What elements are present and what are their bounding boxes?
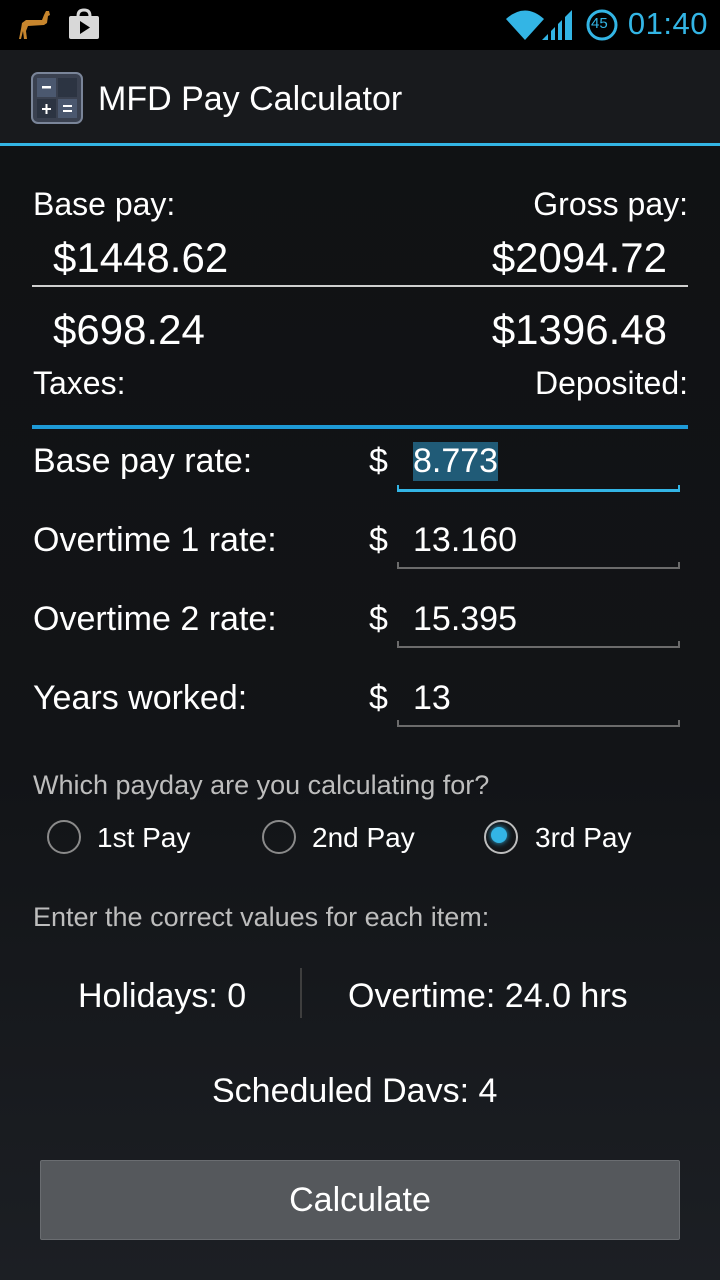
years-worked-field[interactable]: 13 <box>397 679 680 727</box>
overtime-2-rate-label: Overtime 2 rate: <box>33 600 277 638</box>
overtime-1-rate-value: 13.160 <box>413 521 517 559</box>
overtime-button[interactable]: Overtime: 24.0 hrs <box>348 977 628 1016</box>
summary-bottom-divider <box>32 425 688 429</box>
clock: 01:40 <box>627 6 708 41</box>
payday-question: Which payday are you calculating for? <box>33 770 490 800</box>
overtime-1-rate-field[interactable]: 13.160 <box>397 521 680 569</box>
form-scroll-area[interactable]: Base pay rate: $ 8.773 Overtime 1 rate: … <box>0 430 720 1102</box>
payday-option-label: 1st Pay <box>97 822 191 853</box>
base-pay-rate-currency: $ <box>369 442 388 480</box>
base-pay-rate-label: Base pay rate: <box>33 442 253 480</box>
taxes-value: $698.24 <box>53 306 205 353</box>
base-pay-value: $1448.62 <box>53 234 229 281</box>
holidays-button[interactable]: Holidays: 0 <box>78 977 246 1016</box>
status-bar: 45 01:40 <box>0 0 720 50</box>
overtime-2-rate-currency: $ <box>369 600 388 638</box>
scheduled-days-button[interactable]: Scheduled Days: 4 <box>212 1072 497 1102</box>
calculator-icon <box>31 72 83 124</box>
base-pay-label: Base pay: <box>33 186 176 222</box>
overtime-2-rate-value: 15.395 <box>413 600 517 638</box>
gross-pay-value: $2094.72 <box>491 234 667 281</box>
action-bar-divider <box>0 143 720 146</box>
instructions-text: Enter the correct values for each item: <box>33 902 490 932</box>
wifi-icon <box>506 10 544 40</box>
deposited-label: Deposited: <box>535 365 688 401</box>
taxes-label: Taxes: <box>33 365 126 401</box>
payday-option-label: 2nd Pay <box>312 822 415 853</box>
radio-button-checked-icon[interactable] <box>484 820 518 854</box>
summary-divider <box>32 285 688 287</box>
play-store-icon <box>69 8 99 39</box>
battery-level: 45 <box>591 15 608 32</box>
screen: 45 01:40 MFD Pay Calculator Base pay: Gr… <box>0 0 720 1280</box>
payday-option-label: 3rd Pay <box>535 822 632 853</box>
overtime-1-rate-currency: $ <box>369 521 388 559</box>
base-pay-rate-field[interactable]: 8.773 <box>397 442 680 492</box>
deposited-value: $1396.48 <box>491 306 667 353</box>
signal-icon <box>542 10 572 40</box>
radio-button-icon[interactable] <box>47 820 81 854</box>
picker-divider <box>300 968 302 1018</box>
years-worked-currency: $ <box>369 679 388 717</box>
overtime-1-rate-label: Overtime 1 rate: <box>33 521 277 559</box>
gross-pay-label: Gross pay: <box>533 186 688 222</box>
calculate-button[interactable]: Calculate <box>40 1160 680 1240</box>
radio-button-icon[interactable] <box>262 820 296 854</box>
years-worked-label: Years worked: <box>33 679 248 717</box>
base-pay-rate-value: 8.773 <box>413 442 499 481</box>
app-title: MFD Pay Calculator <box>98 80 403 118</box>
years-worked-value: 13 <box>413 679 451 717</box>
overtime-2-rate-field[interactable]: 15.395 <box>397 600 680 648</box>
llama-icon <box>19 11 50 39</box>
